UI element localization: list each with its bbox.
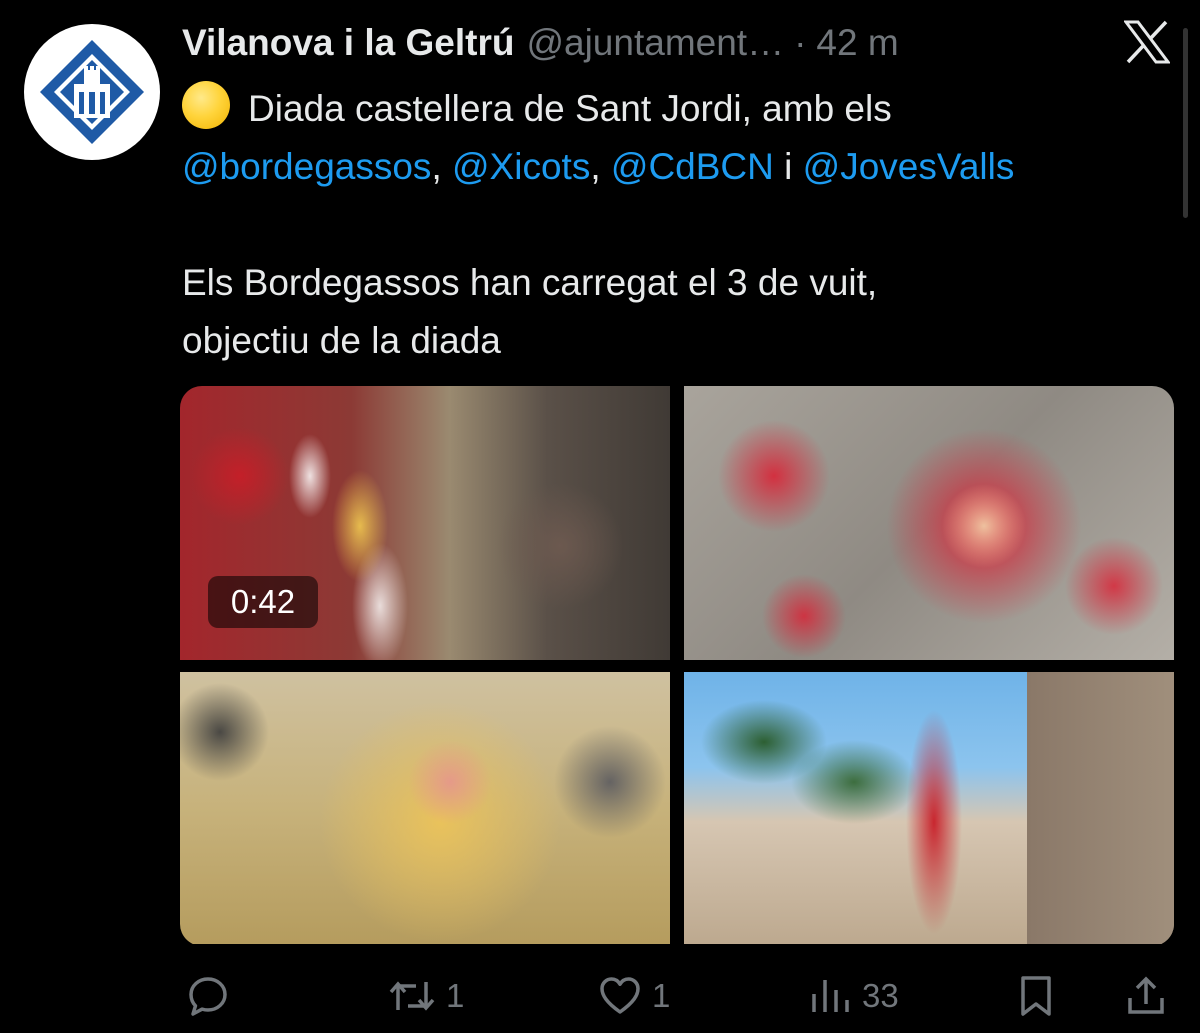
views-count: 33 xyxy=(862,977,899,1014)
city-logo-icon xyxy=(40,40,144,144)
video-castell-closeup[interactable]: 0:42 xyxy=(180,386,670,660)
tweet-line-2: @bordegassos, @Xicots, @CdBCN i @JovesVa… xyxy=(182,138,1172,196)
tweet-timestamp[interactable]: 42 m xyxy=(816,22,898,64)
tweet-line-1: Diada castellera de Sant Jordi, amb els xyxy=(182,80,1172,138)
tweet-intro-text: Diada castellera de Sant Jordi, amb els xyxy=(248,88,892,129)
bookmark-icon xyxy=(1021,976,1051,1016)
conjunction-text: i xyxy=(784,146,793,187)
retweet-icon xyxy=(389,981,435,1011)
yellow-circle-emoji-icon xyxy=(182,81,230,129)
reply-icon xyxy=(189,977,227,1016)
share-button[interactable] xyxy=(1124,974,1168,1018)
tweet-actions: 1 1 33 xyxy=(0,960,1200,1030)
comma: , xyxy=(431,146,442,187)
comma: , xyxy=(590,146,601,187)
header-separator: · xyxy=(794,22,807,63)
tweet-paragraph-2-line-2: objectiu de la diada xyxy=(182,320,501,361)
like-count: 1 xyxy=(652,977,671,1014)
photo-yellow-shirts-aerial[interactable] xyxy=(180,672,670,944)
retweet-count: 1 xyxy=(446,977,465,1014)
video-duration-badge: 0:42 xyxy=(208,576,318,628)
x-logo-icon[interactable] xyxy=(1123,20,1171,64)
media-grid: 0:42 xyxy=(180,386,1174,946)
author-name[interactable]: Vilanova i la Geltrú xyxy=(182,22,514,64)
photo-red-castell-plaza[interactable] xyxy=(684,672,1174,944)
tweet-header: Vilanova i la Geltrú @ajuntament… · 42 m xyxy=(182,22,899,70)
share-icon xyxy=(1128,976,1164,1014)
like-button[interactable]: 1 xyxy=(598,974,670,1018)
tweet-paragraph-2-line-1: Els Bordegassos han carregat el 3 de vui… xyxy=(182,262,878,303)
mention-bordegassos[interactable]: @bordegassos xyxy=(182,146,431,187)
views-chart-icon xyxy=(812,980,849,1012)
mention-jovesvalls[interactable]: @JovesValls xyxy=(803,146,1015,187)
heart-icon xyxy=(600,977,640,1014)
photo-red-shirts-aerial[interactable] xyxy=(684,386,1174,660)
profile-avatar[interactable] xyxy=(24,24,160,160)
tweet-text: Diada castellera de Sant Jordi, amb els … xyxy=(182,80,1172,370)
mention-cdbcn[interactable]: @CdBCN xyxy=(611,146,774,187)
bookmark-button[interactable] xyxy=(1014,974,1058,1018)
mention-xicots[interactable]: @Xicots xyxy=(452,146,590,187)
reply-button[interactable] xyxy=(186,974,240,1018)
author-handle[interactable]: @ajuntament… xyxy=(526,22,784,64)
views-button[interactable]: 33 xyxy=(808,974,899,1018)
retweet-button[interactable]: 1 xyxy=(388,974,464,1018)
scrollbar[interactable] xyxy=(1183,28,1188,218)
